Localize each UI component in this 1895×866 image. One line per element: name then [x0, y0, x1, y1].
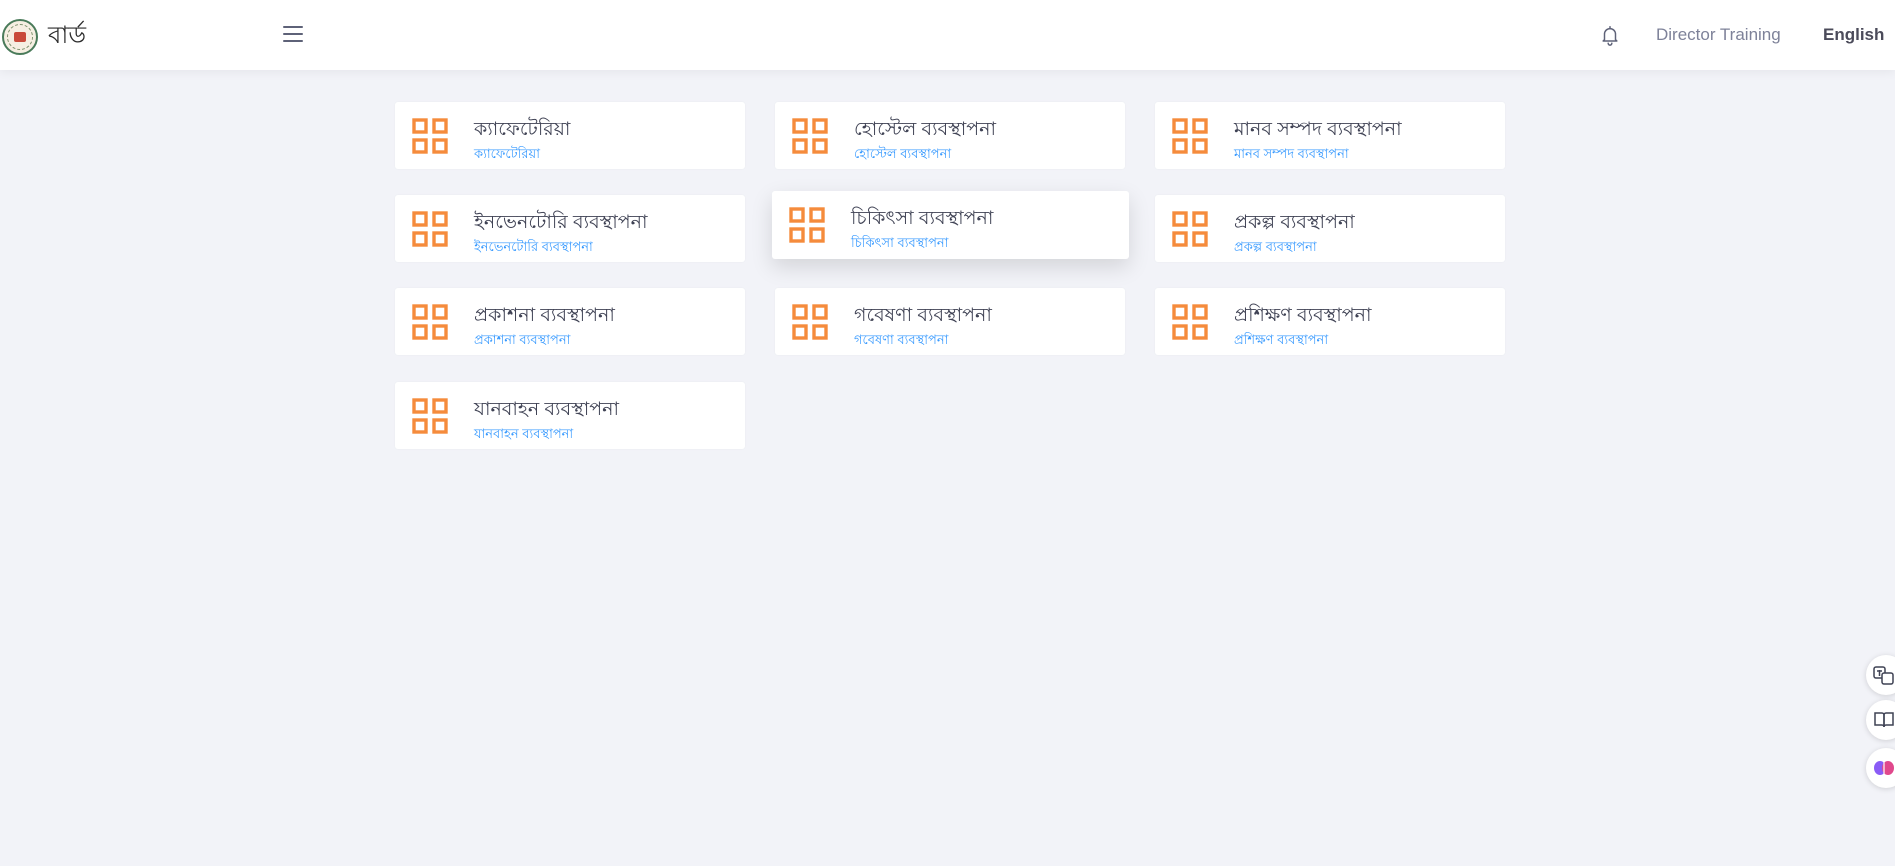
module-subtitle: গবেষণা ব্যবস্থাপনা	[854, 332, 949, 347]
bard-emblem-icon	[2, 19, 38, 55]
module-card-research[interactable]: গবেষণা ব্যবস্থাপনা গবেষণা ব্যবস্থাপনা	[775, 288, 1125, 355]
module-card-transport[interactable]: যানবাহন ব্যবস্থাপনা যানবাহন ব্যবস্থাপনা	[395, 382, 745, 449]
module-subtitle: যানবাহন ব্যবস্থাপনা	[474, 426, 574, 441]
user-name-menu[interactable]: Director Training	[1656, 25, 1781, 45]
apps-grid-icon	[412, 304, 448, 340]
module-card-project[interactable]: প্রকল্প ব্যবস্থাপনা প্রকল্প ব্যবস্থাপনা	[1155, 195, 1505, 262]
module-subtitle: চিকিৎসা ব্যবস্থাপনা	[851, 235, 949, 250]
module-card-inventory[interactable]: ইনভেনটোরি ব্যবস্থাপনা ইনভেনটোরি ব্যবস্থা…	[395, 195, 745, 262]
module-card-training[interactable]: প্রশিক্ষণ ব্যবস্থাপনা প্রশিক্ষণ ব্যবস্থা…	[1155, 288, 1505, 355]
reader-book-icon	[1874, 712, 1894, 728]
module-title: চিকিৎসা ব্যবস্থাপনা	[851, 208, 994, 229]
module-card-publication[interactable]: প্রকাশনা ব্যবস্থাপনা প্রকাশনা ব্যবস্থাপন…	[395, 288, 745, 355]
module-subtitle: প্রকাশনা ব্যবস্থাপনা	[474, 332, 571, 347]
hamburger-menu-icon[interactable]	[283, 26, 303, 42]
language-switcher[interactable]: English	[1823, 25, 1884, 45]
ai-tool-button[interactable]	[1866, 748, 1895, 788]
module-title: মানব সম্পদ ব্যবস্থাপনা	[1234, 119, 1402, 140]
brand[interactable]: বার্ড	[2, 17, 86, 57]
top-navbar: বার্ড Director Training English	[0, 0, 1895, 70]
module-card-hr[interactable]: মানব সম্পদ ব্যবস্থাপনা মানব সম্পদ ব্যবস্…	[1155, 102, 1505, 169]
module-subtitle: মানব সম্পদ ব্যবস্থাপনা	[1234, 146, 1349, 161]
bell-icon[interactable]	[1599, 23, 1621, 47]
module-title: গবেষণা ব্যবস্থাপনা	[854, 305, 992, 326]
translate-icon	[1873, 666, 1894, 685]
module-title: হোস্টেল ব্যবস্থাপনা	[854, 119, 997, 140]
module-title: প্রকাশনা ব্যবস্থাপনা	[474, 305, 615, 326]
module-title: প্রকল্প ব্যবস্থাপনা	[1234, 212, 1355, 233]
module-subtitle: ক্যাফেটেরিয়া	[474, 146, 540, 161]
apps-grid-icon	[412, 398, 448, 434]
reader-tool-button[interactable]	[1866, 700, 1895, 740]
apps-grid-icon	[1172, 211, 1208, 247]
module-title: ক্যাফেটেরিয়া	[474, 119, 571, 140]
apps-grid-icon	[789, 207, 825, 243]
module-subtitle: ইনভেনটোরি ব্যবস্থাপনা	[474, 239, 593, 254]
module-card-cafeteria[interactable]: ক্যাফেটেরিয়া ক্যাফেটেরিয়া	[395, 102, 745, 169]
module-subtitle: হোস্টেল ব্যবস্থাপনা	[854, 146, 952, 161]
apps-grid-icon	[1172, 304, 1208, 340]
ai-brain-icon	[1874, 761, 1894, 775]
apps-grid-icon	[1172, 118, 1208, 154]
module-subtitle: প্রকল্প ব্যবস্থাপনা	[1234, 239, 1317, 254]
apps-grid-icon	[792, 118, 828, 154]
translate-tool-button[interactable]	[1866, 655, 1895, 695]
module-title: ইনভেনটোরি ব্যবস্থাপনা	[474, 212, 648, 233]
apps-grid-icon	[792, 304, 828, 340]
apps-grid-icon	[412, 211, 448, 247]
module-subtitle: প্রশিক্ষণ ব্যবস্থাপনা	[1234, 332, 1329, 347]
module-title: প্রশিক্ষণ ব্যবস্থাপনা	[1234, 305, 1372, 326]
apps-grid-icon	[412, 118, 448, 154]
module-card-medical[interactable]: চিকিৎসা ব্যবস্থাপনা চিকিৎসা ব্যবস্থাপনা	[772, 191, 1129, 259]
brand-name: বার্ড	[48, 22, 86, 49]
module-card-hostel[interactable]: হোস্টেল ব্যবস্থাপনা হোস্টেল ব্যবস্থাপনা	[775, 102, 1125, 169]
module-title: যানবাহন ব্যবস্থাপনা	[474, 399, 619, 420]
